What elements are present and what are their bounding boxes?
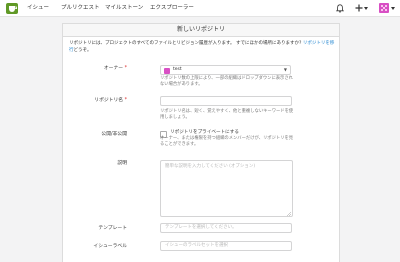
- intro-text: リポジトリには、プロジェクトのすべてのファイルとリビジョン履歴が入ります。 すで…: [69, 40, 335, 54]
- owner-dropdown[interactable]: test ▼: [160, 65, 291, 75]
- caret-down-icon: [391, 7, 395, 10]
- issue-labels-select[interactable]: イシューのラベルセットを選択: [160, 241, 292, 251]
- avatar: [379, 3, 389, 13]
- repo-name-label: リポジトリ名 *: [94, 97, 127, 104]
- caret-down-icon: [364, 7, 368, 10]
- intro-end: どうぞ。: [73, 48, 92, 53]
- new-repo-form: 新しいリポジトリ リポジトリには、プロジェクトのすべてのファイルとリビジョン履歴…: [62, 23, 340, 262]
- nav-milestones[interactable]: マイルストーン: [105, 4, 143, 12]
- required-mark: *: [124, 66, 127, 71]
- issue-labels-label: イシューラベル: [93, 244, 127, 249]
- intro-description: リポジトリには、プロジェクトのすべてのファイルとリビジョン履歴が入ります。 すで…: [69, 41, 302, 46]
- form-title: 新しいリポジトリ: [63, 24, 339, 37]
- description-textarea[interactable]: 簡単な説明を入力してください (オプション): [160, 160, 293, 217]
- nav-issues[interactable]: イシュー: [27, 4, 49, 12]
- template-select[interactable]: テンプレートを選択してください。: [160, 223, 292, 233]
- user-menu[interactable]: [379, 3, 395, 13]
- repo-name-help: リポジトリ名は、短く、覚えやすく、他と重複しないキーワードを使用しましょう。: [160, 109, 294, 120]
- owner-avatar: [164, 68, 170, 74]
- nav-explore[interactable]: エクスプローラー: [150, 4, 194, 12]
- identicon-pattern: [381, 5, 387, 11]
- visibility-label: 公開/非公開: [101, 132, 127, 137]
- owner-help: リポジトリ数の上限により、一部の組織はドロップダウンに表示されない場合があります…: [160, 76, 293, 87]
- owner-label-text: オーナー: [103, 66, 124, 71]
- owner-label: オーナー *: [104, 65, 127, 72]
- create-menu[interactable]: [355, 3, 369, 13]
- owner-value: test: [173, 67, 182, 72]
- visibility-help: オーナー、または権限を持つ組織のメンバーだけが、リポジトリを見ることができます。: [160, 136, 294, 147]
- required-mark: *: [124, 98, 127, 103]
- template-label: テンプレート: [98, 226, 127, 231]
- bell-icon[interactable]: [336, 4, 344, 13]
- resize-grip-icon[interactable]: [287, 212, 291, 216]
- description-label: 説明: [117, 161, 127, 166]
- chevron-down-icon: ▼: [283, 67, 287, 72]
- top-navbar: イシュー プルリクエスト マイルストーン エクスプローラー: [0, 0, 400, 17]
- nav-pull-requests[interactable]: プルリクエスト: [61, 4, 100, 12]
- plus-icon: [355, 4, 363, 12]
- repo-name-input[interactable]: [160, 96, 292, 106]
- repo-name-label-text: リポジトリ名: [94, 98, 124, 103]
- gitea-logo[interactable]: [6, 3, 18, 14]
